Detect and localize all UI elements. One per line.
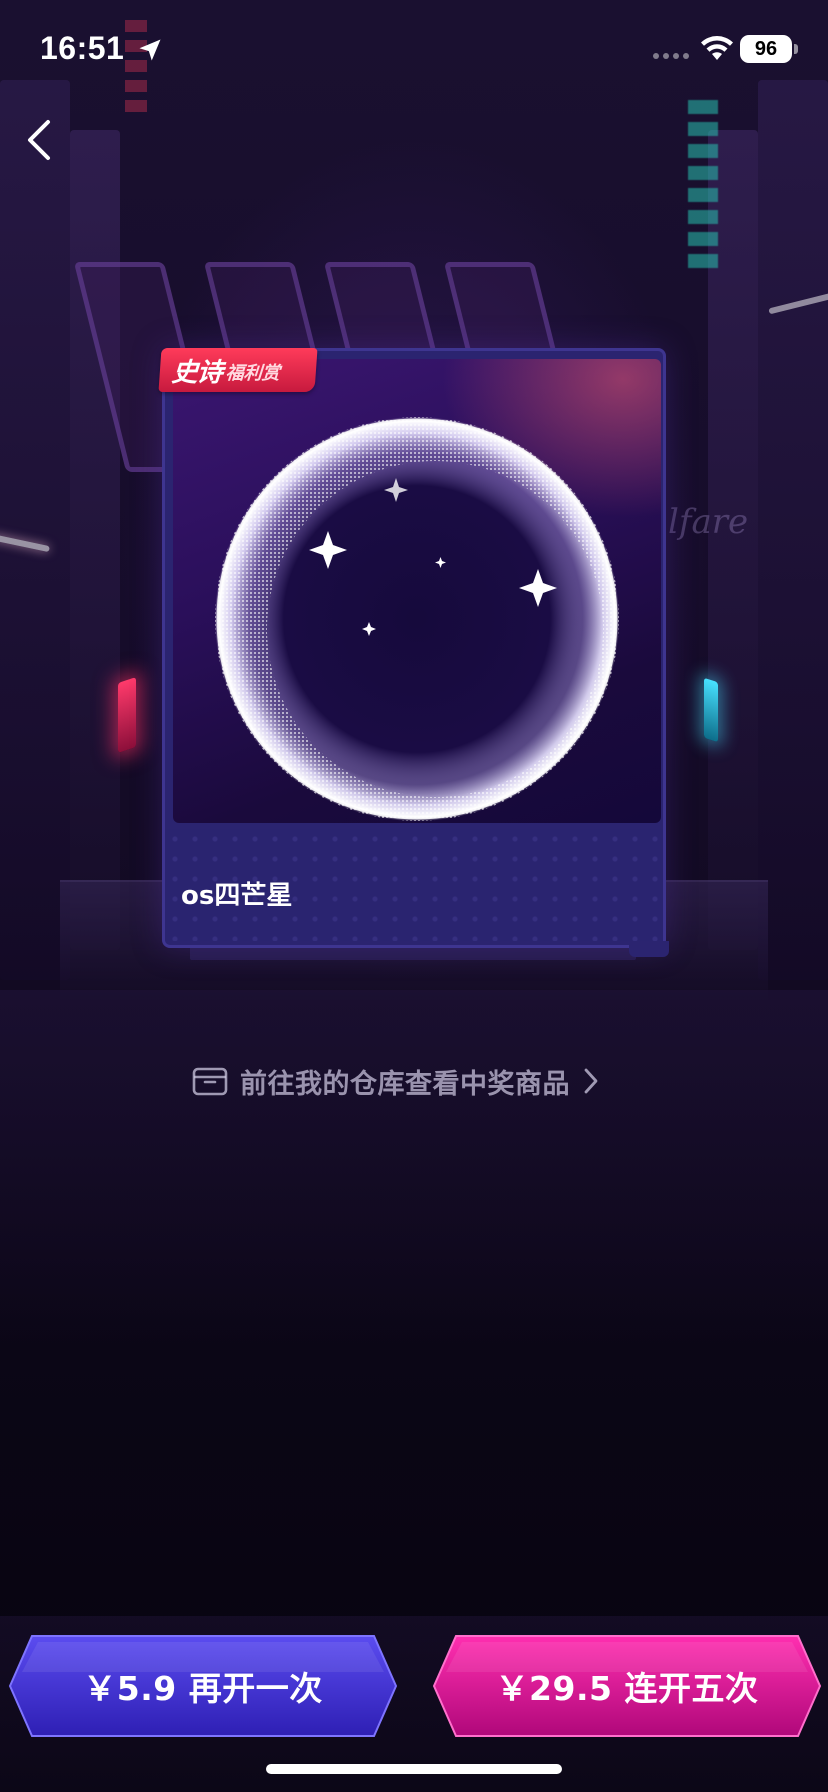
background-pillar [70, 130, 120, 950]
background-script-decoration: lfare [668, 502, 749, 542]
planet-sphere-image [173, 359, 661, 823]
prize-name: os四芒星 [181, 881, 293, 911]
open-once-label: ￥5.9 再开一次 [83, 1669, 323, 1708]
battery-icon: 96 [740, 35, 792, 63]
background-pillar [758, 80, 828, 980]
rarity-badge-main: 史诗 [170, 357, 223, 388]
prize-card[interactable]: os四芒星 [162, 348, 669, 957]
planet-illustration [215, 417, 619, 821]
warehouse-link[interactable]: 前往我的仓库查看中奖商品 [192, 1058, 602, 1104]
rarity-badge-sub: 福利赏 [225, 363, 281, 384]
chevron-right-icon [584, 1068, 598, 1094]
open-five-button[interactable]: ￥29.5 连开五次 [432, 1632, 822, 1740]
neon-light-decoration [118, 677, 136, 753]
wifi-icon [701, 36, 733, 60]
rarity-badge: 史诗 福利赏 [158, 348, 318, 392]
card-corner-decoration [629, 941, 669, 957]
home-indicator[interactable] [266, 1764, 562, 1774]
status-time: 16:51 [40, 30, 125, 66]
card-footer: os四芒星 [165, 829, 663, 941]
warehouse-link-label: 前往我的仓库查看中奖商品 [240, 1068, 570, 1100]
open-once-button[interactable]: ￥5.9 再开一次 [8, 1632, 398, 1740]
floor-decoration [0, 990, 828, 1350]
location-arrow-icon [139, 39, 161, 61]
battery-cap [794, 44, 798, 54]
open-five-label: ￥29.5 连开五次 [495, 1669, 759, 1708]
chevron-left-icon [28, 120, 50, 160]
neon-light-decoration [704, 677, 718, 743]
neon-sign-decoration [688, 100, 718, 270]
cellular-signal-icon [653, 53, 689, 59]
background-pillar [0, 80, 70, 980]
blind-box-result-page: lfare 16:51 96 os四芒星 史诗 福利赏 前往我的仓库查看中奖商品… [0, 0, 828, 1792]
battery-level: 96 [754, 38, 778, 60]
back-button[interactable] [16, 112, 64, 168]
status-bar: 16:51 96 [0, 0, 828, 100]
box-icon [192, 1067, 228, 1096]
